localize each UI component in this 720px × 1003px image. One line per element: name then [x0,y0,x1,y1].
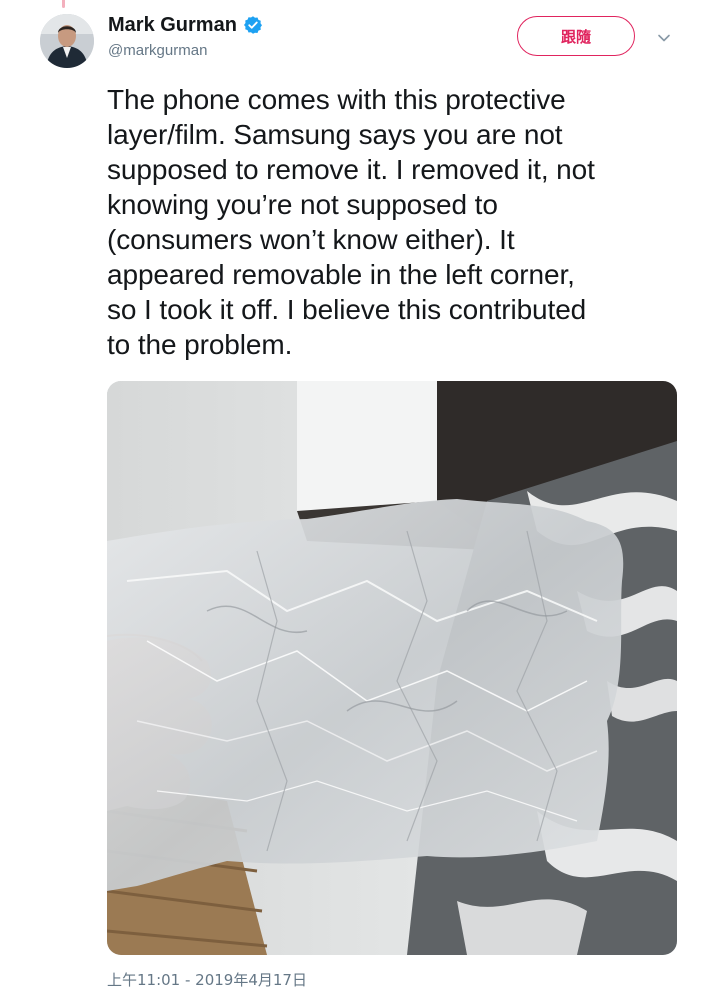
follow-button[interactable]: 跟隨 [517,16,635,56]
author-name[interactable]: Mark Gurman [108,13,237,37]
tweet-photo[interactable] [107,381,677,955]
chevron-down-icon[interactable] [656,30,672,46]
avatar[interactable] [40,14,94,68]
tweet-text: The phone comes with this protective lay… [107,84,595,360]
author-handle[interactable]: @markgurman [108,41,207,61]
author-name-row: Mark Gurman [108,13,263,37]
top-accent [62,0,65,8]
verified-badge-icon [243,15,263,35]
tweet-timestamp[interactable]: 上午11:01 - 2019年4月17日 [107,970,307,990]
